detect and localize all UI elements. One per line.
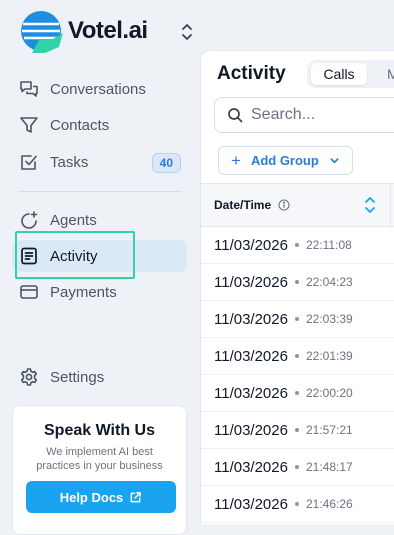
help-docs-label: Help Docs <box>59 489 124 505</box>
plus-icon: + <box>231 150 241 170</box>
tasks-count-badge: 40 <box>151 153 181 173</box>
row-time: 21:48:17 <box>305 460 353 474</box>
sidebar-item-label: Contacts <box>50 116 110 134</box>
row-date: 11/03/2026 <box>214 236 288 254</box>
external-link-icon <box>130 491 142 502</box>
separator-dot <box>294 502 299 506</box>
brand-logo[interactable]: Votel.ai <box>19 9 148 53</box>
sidebar-item-settings[interactable]: Settings <box>12 361 187 393</box>
sidebar-item-label: Agents <box>50 211 97 229</box>
column-header-datetime[interactable]: Date/Time <box>214 198 271 212</box>
sidebar-item-label: Payments <box>50 283 117 301</box>
sidebar-item-payments[interactable]: Payments <box>12 276 187 308</box>
brand-name: Votel.ai <box>68 17 148 44</box>
table-row[interactable]: 11/03/2026 21:46:26 <box>201 486 394 523</box>
row-date: 11/03/2026 <box>214 384 288 402</box>
promo-title: Speak With Us <box>44 422 155 439</box>
tab-calls[interactable]: Calls <box>311 63 367 85</box>
separator-dot <box>294 465 299 469</box>
sidebar-item-tasks[interactable]: Tasks 40 <box>12 146 187 178</box>
separator-dot <box>294 428 299 432</box>
conversations-icon <box>18 78 40 100</box>
table-row[interactable]: 11/03/2026 22:03:39 <box>201 301 394 338</box>
help-docs-button[interactable]: Help Docs <box>26 481 176 513</box>
table-row[interactable]: 11/03/2026 22:04:23 <box>201 264 394 301</box>
page-title: Activity <box>217 63 286 84</box>
search-icon <box>228 108 243 123</box>
row-date: 11/03/2026 <box>214 273 288 291</box>
row-time: 21:57:21 <box>305 423 353 437</box>
activity-tabs: Calls M <box>307 60 394 88</box>
sidebar-item-label: Conversations <box>50 80 146 98</box>
speak-with-us-card: Speak With Us We implement AI best pract… <box>12 405 187 535</box>
table-row[interactable]: 11/03/2026 22:01:39 <box>201 338 394 375</box>
separator-dot <box>294 317 299 321</box>
add-group-button[interactable]: + Add Group <box>218 146 353 175</box>
focus-highlight <box>15 231 135 279</box>
sidebar-item-contacts[interactable]: Contacts <box>12 109 187 141</box>
row-time: 22:03:39 <box>305 312 353 326</box>
row-time: 22:04:23 <box>305 275 353 289</box>
table-header: Date/Time <box>201 183 394 228</box>
row-date: 11/03/2026 <box>214 347 288 365</box>
row-date: 11/03/2026 <box>214 310 288 328</box>
separator-dot <box>294 354 299 358</box>
separator-dot <box>294 391 299 395</box>
row-time: 21:46:26 <box>305 497 353 511</box>
row-time: 22:11:08 <box>305 238 352 252</box>
separator-dot <box>294 243 299 247</box>
column-divider <box>390 184 391 228</box>
table-row[interactable]: 11/03/2026 21:57:21 <box>201 412 394 449</box>
separator-dot <box>294 280 299 284</box>
sidebar-item-label: Settings <box>50 368 105 386</box>
promo-text: We implement AI best practices in your b… <box>36 446 163 472</box>
row-date: 11/03/2026 <box>214 421 288 439</box>
sidebar-item-conversations[interactable]: Conversations <box>12 73 187 105</box>
table-row[interactable]: 11/03/2026 22:00:20 <box>201 375 394 412</box>
info-icon[interactable] <box>278 199 290 211</box>
sidebar-divider <box>18 191 182 192</box>
sidebar-item-label: Tasks <box>50 153 89 171</box>
search-placeholder: Search... <box>251 106 316 123</box>
search-input[interactable]: Search... <box>214 97 394 133</box>
workspace-switcher-chevron-icon[interactable] <box>179 22 195 42</box>
activity-panel: Activity Calls M Search... + Add Group D… <box>200 50 394 524</box>
row-date: 11/03/2026 <box>214 495 288 513</box>
row-time: 22:00:20 <box>305 386 353 400</box>
tab-messages[interactable]: M <box>387 63 394 85</box>
table-row[interactable]: 11/03/2026 22:11:08 <box>201 227 394 264</box>
checkbox-icon <box>18 151 40 173</box>
credit-card-icon <box>18 281 40 303</box>
row-time: 22:01:39 <box>305 349 353 363</box>
votel-logo-icon <box>21 11 63 53</box>
add-group-label: Add Group <box>250 153 319 168</box>
gear-icon <box>18 366 40 388</box>
sparkle-agent-icon <box>18 209 40 231</box>
table-row[interactable]: 11/03/2026 21:48:17 <box>201 449 394 486</box>
chevron-down-icon <box>330 158 339 164</box>
sort-icon[interactable] <box>363 195 377 215</box>
row-date: 11/03/2026 <box>214 458 288 476</box>
filter-icon <box>18 114 40 136</box>
